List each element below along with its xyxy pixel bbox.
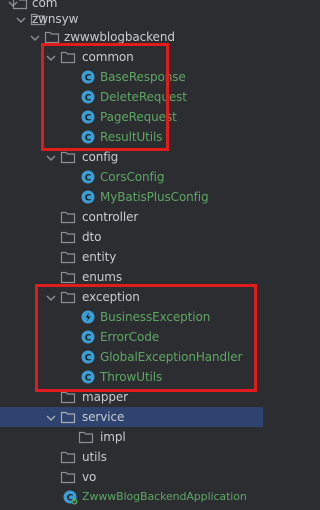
tree-node-label: enums — [82, 270, 123, 284]
tree-node-entity[interactable]: entity — [0, 247, 263, 267]
tree-node-label: MyBatisPlusConfig — [100, 190, 209, 204]
tree-node-label: config — [82, 150, 119, 164]
folder-icon — [60, 289, 76, 305]
folder-icon — [60, 409, 76, 425]
class-icon: C — [80, 329, 96, 345]
svg-text:C: C — [85, 134, 92, 144]
tree-node-label: mapper — [82, 390, 128, 404]
svg-text:C: C — [85, 114, 92, 124]
chevron-down-icon[interactable] — [44, 50, 58, 64]
class-icon: C — [80, 109, 96, 125]
tree-node-deleterequest[interactable]: C DeleteRequest — [0, 87, 263, 107]
folder-icon — [60, 49, 76, 65]
tree-node-utils[interactable]: utils — [0, 447, 263, 467]
chevron-down-icon[interactable] — [44, 290, 58, 304]
tree-node-label: common — [82, 50, 134, 64]
folder-icon — [60, 249, 76, 265]
class-icon: C — [80, 89, 96, 105]
tree-node-config[interactable]: config — [0, 147, 263, 167]
tree-node-errorcode[interactable]: C ErrorCode — [0, 327, 263, 347]
tree-node-label: controller — [82, 210, 139, 224]
exception-class-icon — [80, 309, 96, 325]
tree-node-label: entity — [82, 250, 117, 264]
folder-icon — [44, 29, 60, 45]
tree-node-mybatisplusconfig[interactable]: C MyBatisPlusConfig — [0, 187, 263, 207]
tree-node-common[interactable]: common — [0, 47, 263, 67]
tree-node-label: exception — [82, 290, 140, 304]
tree-node-zwnsyw[interactable]: zwnsyw — [0, 9, 263, 29]
tree-node-label: dto — [82, 230, 102, 244]
tree-node-label: zwwwblogbackend — [64, 30, 175, 44]
tree-node-label: zwnsyw — [32, 12, 79, 26]
tree-node-label: ThrowUtils — [100, 370, 163, 384]
folder-icon — [60, 389, 76, 405]
tree-node-label: utils — [82, 450, 107, 464]
tree-node-businessexception[interactable]: BusinessException — [0, 307, 263, 327]
svg-text:C: C — [85, 174, 92, 184]
svg-text:C: C — [85, 374, 92, 384]
tree-node-label: ResultUtils — [100, 130, 163, 144]
tree-node-label: CorsConfig — [100, 170, 165, 184]
tree-node-label: GlobalExceptionHandler — [100, 350, 243, 364]
class-icon: C — [80, 349, 96, 365]
tree-node-label: ZwwwBlogBackendApplication — [82, 490, 247, 503]
spring-boot-app-icon: C — [62, 489, 78, 505]
tree-node-label: vo — [82, 470, 97, 484]
class-icon: C — [80, 129, 96, 145]
tree-node-service[interactable]: service — [0, 407, 263, 427]
tree-node-label: BaseResponse — [100, 70, 186, 84]
folder-icon — [60, 269, 76, 285]
tree-node-zwwwblogbackendapplication[interactable]: C ZwwwBlogBackendApplication — [0, 487, 263, 507]
tree-node-mapper[interactable]: mapper — [0, 387, 263, 407]
tree-node-vo[interactable]: vo — [0, 467, 263, 487]
tree-node-label: PageRequest — [100, 110, 177, 124]
tree-node-label: DeleteRequest — [100, 90, 187, 104]
tree-node-exception[interactable]: exception — [0, 287, 263, 307]
chevron-down-icon[interactable] — [44, 150, 58, 164]
project-tree[interactable]: com zwnsyw zwwwblogbackend common C Base… — [0, 0, 263, 510]
folder-icon — [60, 449, 76, 465]
tree-node-throwutils[interactable]: C ThrowUtils — [0, 367, 263, 387]
class-icon: C — [80, 69, 96, 85]
tree-node-baseresponse[interactable]: C BaseResponse — [0, 67, 263, 87]
class-icon: C — [80, 189, 96, 205]
folder-icon — [78, 429, 94, 445]
tree-node-impl[interactable]: impl — [0, 427, 263, 447]
svg-text:C: C — [85, 74, 92, 84]
svg-text:C: C — [85, 194, 92, 204]
svg-text:C: C — [85, 94, 92, 104]
tree-node-dto[interactable]: dto — [0, 227, 263, 247]
tree-node-label: ErrorCode — [100, 330, 160, 344]
class-icon: C — [80, 369, 96, 385]
tree-node-label: BusinessException — [100, 310, 211, 324]
tree-node-resultutils[interactable]: C ResultUtils — [0, 127, 263, 147]
tree-node-globalexceptionhandler[interactable]: C GlobalExceptionHandler — [0, 347, 263, 367]
tree-node-zwwwblogbackend[interactable]: zwwwblogbackend — [0, 27, 263, 47]
tree-node-pagerequest[interactable]: C PageRequest — [0, 107, 263, 127]
tree-node-label: impl — [100, 430, 126, 444]
folder-icon — [60, 209, 76, 225]
tree-node-enums[interactable]: enums — [0, 267, 263, 287]
tree-node-corsconfig[interactable]: C CorsConfig — [0, 167, 263, 187]
chevron-down-icon[interactable] — [44, 410, 58, 424]
tree-node-controller[interactable]: controller — [0, 207, 263, 227]
svg-text:C: C — [85, 354, 92, 364]
chevron-down-icon[interactable] — [28, 30, 42, 44]
chevron-down-icon[interactable] — [14, 12, 28, 26]
tree-node-label: service — [82, 410, 125, 424]
svg-text:C: C — [85, 334, 92, 344]
folder-icon — [60, 469, 76, 485]
folder-icon — [60, 229, 76, 245]
folder-icon — [60, 149, 76, 165]
class-icon: C — [80, 169, 96, 185]
